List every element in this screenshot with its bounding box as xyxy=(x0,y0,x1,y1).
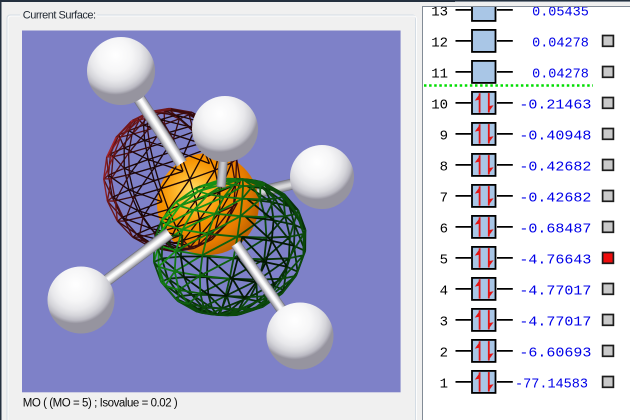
svg-text:5: 5 xyxy=(440,252,448,268)
svg-text:Current Surface:: Current Surface: xyxy=(23,9,96,21)
svg-text:6: 6 xyxy=(440,221,448,237)
svg-text:-6.60693: -6.60693 xyxy=(519,345,591,361)
svg-text:-0.42682: -0.42682 xyxy=(519,159,591,175)
svg-text:-77.14583: -77.14583 xyxy=(515,376,588,392)
svg-text:-0.42682: -0.42682 xyxy=(519,190,591,206)
svg-text:4: 4 xyxy=(440,283,448,299)
svg-text:MO ( (MO = 5) ; Isovalue = 0.0: MO ( (MO = 5) ; Isovalue = 0.02 ) xyxy=(23,398,178,410)
svg-text:1: 1 xyxy=(440,376,448,392)
svg-text:9: 9 xyxy=(440,128,448,144)
svg-text:-0.21463: -0.21463 xyxy=(519,97,591,113)
svg-text:2: 2 xyxy=(440,345,448,361)
svg-text:-4.77017: -4.77017 xyxy=(519,314,591,330)
svg-text:7: 7 xyxy=(440,190,448,206)
svg-text:8: 8 xyxy=(440,159,448,175)
svg-text:-4.77017: -4.77017 xyxy=(519,283,591,299)
svg-text:10: 10 xyxy=(431,97,448,113)
svg-text:11: 11 xyxy=(431,66,448,82)
svg-text:0.04278: 0.04278 xyxy=(532,35,589,51)
svg-text:0.04278: 0.04278 xyxy=(532,66,589,82)
svg-text:12: 12 xyxy=(431,35,448,51)
svg-text:-0.68487: -0.68487 xyxy=(519,221,591,237)
svg-text:-4.76643: -4.76643 xyxy=(519,252,591,268)
svg-text:3: 3 xyxy=(440,314,448,330)
svg-text:-0.40948: -0.40948 xyxy=(519,128,591,144)
